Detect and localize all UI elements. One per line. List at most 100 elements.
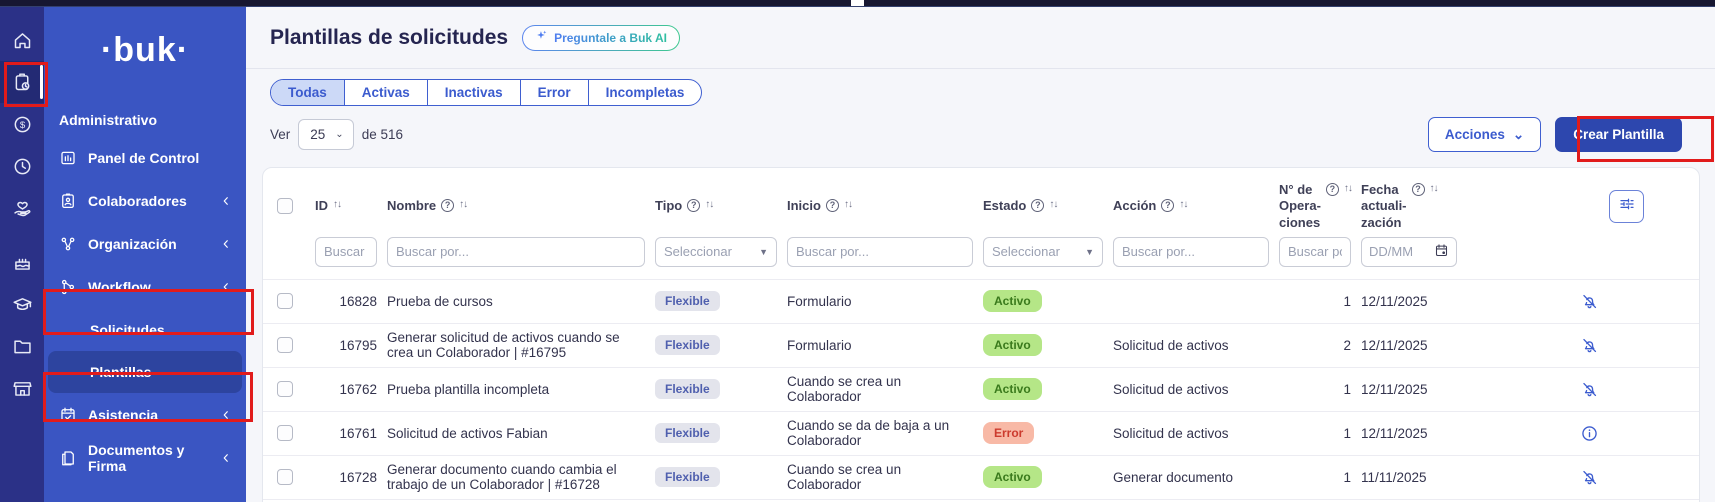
- preview-eye-icon[interactable]: [1620, 424, 1639, 443]
- sort-icon[interactable]: ↑↓: [705, 199, 713, 212]
- help-icon[interactable]: ?: [441, 199, 454, 212]
- notifications-off-icon[interactable]: [1580, 380, 1599, 399]
- sort-icon[interactable]: ↑↓: [1430, 183, 1438, 196]
- sidebar-item-label: Solicitudes: [90, 322, 165, 338]
- filter-nombre-input[interactable]: [387, 237, 645, 267]
- cell-id: 16761: [315, 426, 387, 441]
- preview-eye-icon[interactable]: [1620, 336, 1639, 355]
- cell-inicio: Cuando se crea un Colaborador: [787, 374, 983, 404]
- sidebar-item-asistencia[interactable]: Asistencia: [44, 393, 246, 436]
- row-checkbox[interactable]: [277, 293, 293, 309]
- help-icon[interactable]: ?: [1412, 183, 1425, 196]
- column-header-fecha: Fecha actuali- zación ? ↑↓: [1361, 182, 1467, 231]
- kebab-menu-icon[interactable]: [1660, 380, 1679, 399]
- tab-activas[interactable]: Activas: [345, 80, 428, 105]
- help-icon[interactable]: ?: [1161, 199, 1174, 212]
- filter-id-input[interactable]: [315, 237, 377, 267]
- column-header-inicio: Inicio ? ↑↓: [787, 198, 983, 214]
- rail-home-icon[interactable]: [0, 19, 44, 61]
- sidebar-item-documentos-y-firma[interactable]: Documentos y Firma: [44, 436, 246, 479]
- rail-clipboard-clock-icon[interactable]: [0, 61, 44, 103]
- sort-icon[interactable]: ↑↓: [459, 199, 467, 212]
- row-checkbox[interactable]: [277, 469, 293, 485]
- sidebar-item-colaboradores[interactable]: Colaboradores: [44, 179, 246, 222]
- help-icon[interactable]: ?: [687, 199, 700, 212]
- row-checkbox[interactable]: [277, 425, 293, 441]
- help-icon[interactable]: ?: [1326, 183, 1339, 196]
- sidebar-item-solicitudes[interactable]: Solicitudes: [44, 308, 246, 351]
- preview-eye-icon[interactable]: [1620, 468, 1639, 487]
- templates-table-card: ID ↑↓ Nombre ? ↑↓ Tipo ? ↑↓ Inicio ? ↑↓ …: [262, 167, 1700, 502]
- caret-down-icon: ▼: [1085, 247, 1094, 257]
- kebab-menu-icon[interactable]: [1660, 292, 1679, 311]
- org-chart-icon: [59, 235, 77, 253]
- table-row[interactable]: 16761 Solicitud de activos Fabian Flexib…: [263, 412, 1699, 456]
- select-placeholder: Seleccionar: [664, 244, 732, 259]
- help-icon[interactable]: ?: [1031, 199, 1044, 212]
- kebab-menu-icon[interactable]: [1660, 468, 1679, 487]
- filter-inicio-input[interactable]: [787, 237, 973, 267]
- filter-operaciones-input[interactable]: [1279, 237, 1351, 267]
- cell-nombre: Solicitud de activos Fabian: [387, 426, 655, 441]
- table-row[interactable]: 16762 Prueba plantilla incompleta Flexib…: [263, 368, 1699, 412]
- documents-icon: [59, 449, 77, 467]
- table-row[interactable]: 16828 Prueba de cursos Flexible Formular…: [263, 280, 1699, 324]
- info-icon[interactable]: [1580, 424, 1599, 443]
- tab-error[interactable]: Error: [521, 80, 589, 105]
- sidebar-item-workflow[interactable]: Workflow: [44, 265, 246, 308]
- notifications-off-icon[interactable]: [1580, 336, 1599, 355]
- tab-todas[interactable]: Todas: [271, 80, 345, 105]
- sort-icon[interactable]: ↑↓: [1344, 183, 1352, 196]
- kebab-menu-icon[interactable]: [1660, 336, 1679, 355]
- tab-incompletas[interactable]: Incompletas: [589, 80, 702, 105]
- rail-clock-icon[interactable]: [0, 145, 44, 187]
- page-size-select[interactable]: 25 ⌄: [298, 119, 353, 150]
- filter-estado-select[interactable]: Seleccionar ▼: [983, 237, 1103, 267]
- tab-inactivas[interactable]: Inactivas: [428, 80, 521, 105]
- page-title: Plantillas de solicitudes: [270, 26, 508, 50]
- sidebar-item-panel-de-control[interactable]: Panel de Control: [44, 136, 246, 179]
- rail-folder-icon[interactable]: [0, 325, 44, 367]
- tipo-badge: Flexible: [655, 423, 720, 443]
- column-label: Nombre: [387, 198, 436, 214]
- estado-badge: Activo: [983, 334, 1042, 356]
- rail-dollar-coin-icon[interactable]: $: [0, 103, 44, 145]
- preview-eye-icon[interactable]: [1620, 292, 1639, 311]
- row-checkbox[interactable]: [277, 381, 293, 397]
- filter-fecha-input[interactable]: DD/MM: [1361, 237, 1457, 267]
- table-row[interactable]: 16795 Generar solicitud de activos cuand…: [263, 324, 1699, 368]
- rail-graduation-cap-icon[interactable]: [0, 283, 44, 325]
- filter-tipo-select[interactable]: Seleccionar▼: [655, 237, 777, 267]
- sort-icon[interactable]: ↑↓: [333, 199, 341, 212]
- calendar-check-icon: [59, 406, 77, 424]
- sidebar-item-organizaci-n[interactable]: Organización: [44, 222, 246, 265]
- rail-cake-icon[interactable]: [0, 241, 44, 283]
- total-count-label: de 516: [362, 127, 403, 142]
- column-settings-button[interactable]: [1609, 190, 1644, 223]
- ask-buk-ai-button[interactable]: Preguntale a Buk AI: [522, 25, 680, 51]
- sort-icon[interactable]: ↑↓: [1049, 199, 1057, 212]
- select-all-checkbox[interactable]: [277, 198, 293, 214]
- sort-icon[interactable]: ↑↓: [1179, 199, 1187, 212]
- sidebar-item-plantillas[interactable]: Plantillas: [48, 351, 242, 393]
- select-placeholder: Seleccionar: [992, 244, 1060, 259]
- notifications-off-icon[interactable]: [1580, 468, 1599, 487]
- crear-plantilla-button[interactable]: Crear Plantilla: [1555, 117, 1682, 152]
- help-icon[interactable]: ?: [826, 199, 839, 212]
- estado-badge: Error: [983, 422, 1034, 444]
- kebab-menu-icon[interactable]: [1660, 424, 1679, 443]
- row-checkbox[interactable]: [277, 337, 293, 353]
- acciones-button[interactable]: Acciones ⌄: [1428, 117, 1541, 152]
- preview-eye-icon[interactable]: [1620, 380, 1639, 399]
- cell-fecha: 12/11/2025: [1361, 426, 1467, 441]
- notifications-off-icon[interactable]: [1580, 292, 1599, 311]
- cell-id: 16762: [315, 382, 387, 397]
- rail-storefront-icon[interactable]: [0, 367, 44, 409]
- rail-hand-heart-icon[interactable]: [0, 187, 44, 229]
- sort-icon[interactable]: ↑↓: [844, 199, 852, 212]
- filter-accion-input[interactable]: [1113, 237, 1269, 267]
- table-row[interactable]: 16728 Generar documento cuando cambia el…: [263, 456, 1699, 500]
- cell-operaciones: 1: [1279, 426, 1361, 441]
- column-header-nombre: Nombre ? ↑↓: [387, 198, 655, 214]
- cell-fecha: 12/11/2025: [1361, 294, 1467, 309]
